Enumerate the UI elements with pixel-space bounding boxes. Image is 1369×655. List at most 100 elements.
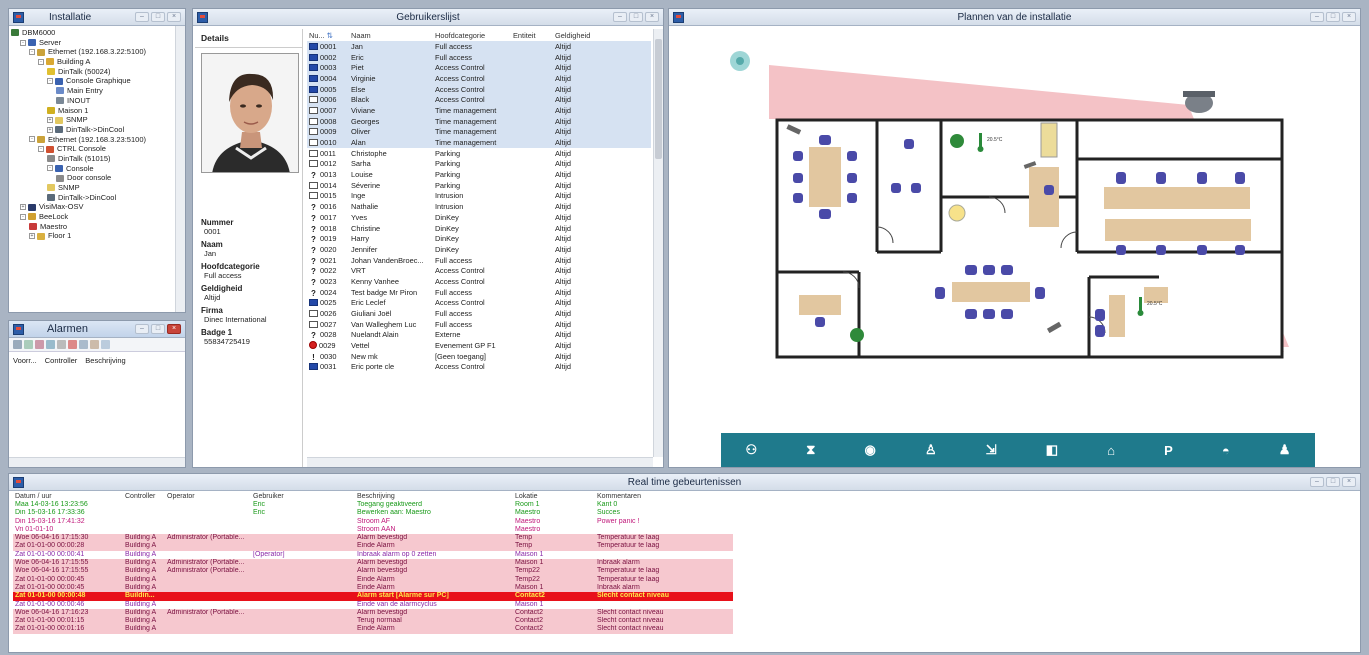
plannen-titlebar[interactable]: Plannen van de installatie – □ × — [669, 9, 1360, 26]
col-datum[interactable]: Datum / uur — [13, 491, 123, 501]
expand-toggle-icon[interactable]: - — [29, 136, 35, 143]
tree-node[interactable]: Maison 1 — [11, 106, 185, 116]
table-row[interactable]: ? 0013 Louise Parking Altijd — [307, 169, 651, 180]
table-row[interactable]: 0031 Eric porte cle Access Control Altijd — [307, 362, 651, 373]
event-row[interactable]: Zat 01-01-00 00:01:15 Building A Terug nor… — [13, 617, 733, 626]
alarmen-hscroll[interactable] — [9, 457, 185, 467]
parking-icon[interactable]: P — [1164, 443, 1173, 458]
col-kommentaren[interactable]: Kommentaren — [595, 491, 733, 501]
camera-icon[interactable]: ◧ — [1046, 442, 1058, 458]
col-naam[interactable]: Naam — [349, 29, 433, 41]
event-row[interactable]: Zat 01-01-00 00:00:46 Building A Einde van… — [13, 601, 733, 609]
expand-toggle-icon[interactable]: + — [47, 117, 53, 124]
tree-node[interactable]: + DinTalk->DinCool — [11, 125, 185, 135]
table-row[interactable]: 0005 Else Access Control Altijd — [307, 83, 651, 95]
tree-node[interactable]: - Ethernet (192.168.3.22:5100) — [11, 47, 185, 57]
table-row[interactable]: ? 0024 Test badge Mr Piron Full access Altij… — [307, 287, 651, 298]
table-row[interactable]: ? 0016 Nathalie Intrusion Altijd — [307, 201, 651, 212]
tree-node[interactable]: - Server — [11, 38, 185, 48]
gebruikers-titlebar[interactable]: Gebruikerslijst – □ × — [193, 9, 663, 26]
close-button[interactable]: × — [167, 324, 181, 334]
close-button[interactable]: × — [1342, 12, 1356, 22]
expand-toggle-icon[interactable]: - — [38, 58, 44, 65]
door-exit-icon[interactable]: ⇲ — [986, 442, 997, 458]
col-controller[interactable]: Controller — [45, 356, 78, 365]
event-row[interactable]: Maa 14-03-16 13:23:56 Eric Toegang geaktiv… — [13, 501, 733, 509]
table-row[interactable]: ? 0019 Harry DinKey Altijd — [307, 233, 651, 244]
print-icon[interactable] — [101, 340, 110, 349]
minimize-button[interactable]: – — [613, 12, 627, 22]
tree-node[interactable]: DinTalk->DinCool — [11, 193, 185, 203]
table-row[interactable]: ? 0021 Johan VandenBroec... Full access Alti… — [307, 255, 651, 266]
event-row[interactable]: Woe 06-04-16 17:15:30 Building A Administr… — [13, 534, 733, 543]
col-hoofdcategorie[interactable]: Hoofdcategorie — [433, 29, 511, 41]
tree-node[interactable]: DBM6000 — [11, 28, 185, 38]
expand-toggle-icon[interactable]: - — [20, 39, 26, 46]
thermometer-icon[interactable] — [1139, 297, 1142, 311]
event-row[interactable]: Zat 01-01-00 00:00:45 Building A Einde Ala… — [13, 575, 733, 584]
event-row[interactable]: Vri 01-01-10 Stroom AAN Maestro — [13, 526, 733, 534]
col-geldigheid[interactable]: Geldigheid — [553, 29, 651, 41]
tree-node[interactable]: DinTalk (51015) — [11, 154, 185, 164]
person-info-icon[interactable]: ♙ — [925, 442, 937, 458]
table-row[interactable]: 0014 Séverine Parking Altijd — [307, 180, 651, 191]
table-row[interactable]: 0011 Christophe Parking Altijd — [307, 148, 651, 159]
table-row[interactable]: ? 0028 Nuelandt Alain Externe Altijd — [307, 330, 651, 341]
tree-node[interactable]: Main Entry — [11, 86, 185, 96]
list-icon[interactable] — [57, 340, 66, 349]
installatie-titlebar[interactable]: Installatie – □ × — [9, 9, 185, 26]
event-row[interactable]: Zat 01-01-00 00:00:28 Building A Einde Ala… — [13, 542, 733, 551]
table-row[interactable]: 0008 Georges Time management Altijd — [307, 115, 651, 127]
filter-icon[interactable] — [13, 340, 22, 349]
expand-toggle-icon[interactable]: - — [47, 78, 53, 85]
event-row[interactable]: Woe 06-04-16 17:15:55 Building A Administr… — [13, 567, 733, 576]
close-button[interactable]: × — [645, 12, 659, 22]
table-row[interactable]: 0007 Viviane Time management Altijd — [307, 105, 651, 116]
expand-toggle-icon[interactable]: + — [47, 126, 53, 133]
minimize-button[interactable]: – — [1310, 477, 1324, 487]
fingerprint-icon[interactable]: ◉ — [865, 442, 876, 458]
col-gebruiker[interactable]: Gebruiker — [251, 491, 355, 501]
expand-toggle-icon[interactable]: - — [38, 146, 44, 153]
table-row[interactable]: 0001 Jan Full access Altijd — [307, 41, 651, 52]
expand-toggle-icon[interactable]: + — [29, 233, 35, 240]
table-row[interactable]: 0026 Giuliani Joël Full access Altijd — [307, 308, 651, 319]
table-row[interactable]: 0029 Vettel Evenement GP F1 Altijd — [307, 340, 651, 351]
maximize-button[interactable]: □ — [151, 324, 165, 334]
maximize-button[interactable]: □ — [629, 12, 643, 22]
event-row[interactable]: Woe 06-04-16 17:16:23 Building A Administr… — [13, 608, 733, 618]
maximize-button[interactable]: □ — [1326, 477, 1340, 487]
expand-toggle-icon[interactable]: - — [29, 49, 35, 56]
tree-node[interactable]: - Ethernet (192.168.3.23:5100) — [11, 135, 185, 145]
table-row[interactable]: 0002 Eric Full access Altijd — [307, 51, 651, 63]
event-row[interactable]: Zat 01-01-00 00:00:41 Building A [Operator… — [13, 551, 733, 559]
home-gear-icon[interactable]: ⌂ — [1107, 443, 1115, 458]
expand-toggle-icon[interactable]: - — [20, 213, 26, 220]
user-table-vscroll[interactable] — [653, 29, 663, 457]
event-row[interactable]: Zat 01-01-00 00:01:16 Building A Einde Ala… — [13, 625, 733, 634]
col-controller[interactable]: Controller — [123, 491, 165, 501]
event-row[interactable]: Din 15-03-16 17:41:32 Stroom AF Maestro Pow… — [13, 518, 733, 526]
tree-node[interactable]: - Console — [11, 164, 185, 174]
table-row[interactable]: ? 0017 Yves DinKey Altijd — [307, 212, 651, 223]
table-row[interactable]: 0027 Van Walleghem Luc Full access Altijd — [307, 319, 651, 330]
minimize-button[interactable]: – — [135, 12, 149, 22]
sort-icon[interactable] — [24, 340, 33, 349]
zoom-icon[interactable] — [90, 340, 99, 349]
tree-node[interactable]: Door console — [11, 173, 185, 183]
person-walk-icon[interactable]: ♟ — [1279, 442, 1291, 458]
table-row[interactable]: ! 0030 New mk [Geen toegang] Altijd — [307, 351, 651, 362]
col-beschrijving[interactable]: Beschrijving — [355, 491, 513, 501]
thermometer-icon[interactable] — [979, 133, 982, 147]
event-row[interactable]: Woe 06-04-16 17:15:55 Building A Administr… — [13, 559, 733, 568]
table-row[interactable]: 0015 Inge Intrusion Altijd — [307, 191, 651, 202]
close-button[interactable]: × — [1342, 477, 1356, 487]
table-row[interactable]: ? 0020 Jennifer DinKey Altijd — [307, 244, 651, 255]
tree-node[interactable]: - Building A — [11, 57, 185, 67]
siren-icon[interactable]: ◓ — [1222, 443, 1230, 458]
people-icon[interactable]: ⚇ — [746, 442, 758, 458]
expand-toggle-icon[interactable]: - — [47, 165, 53, 172]
details-tab[interactable]: Details — [195, 29, 302, 48]
tree-node[interactable]: + SNMP — [11, 115, 185, 125]
event-row[interactable]: Zat 01-01-00 00:00:45 Building A Einde Ala… — [13, 583, 733, 593]
